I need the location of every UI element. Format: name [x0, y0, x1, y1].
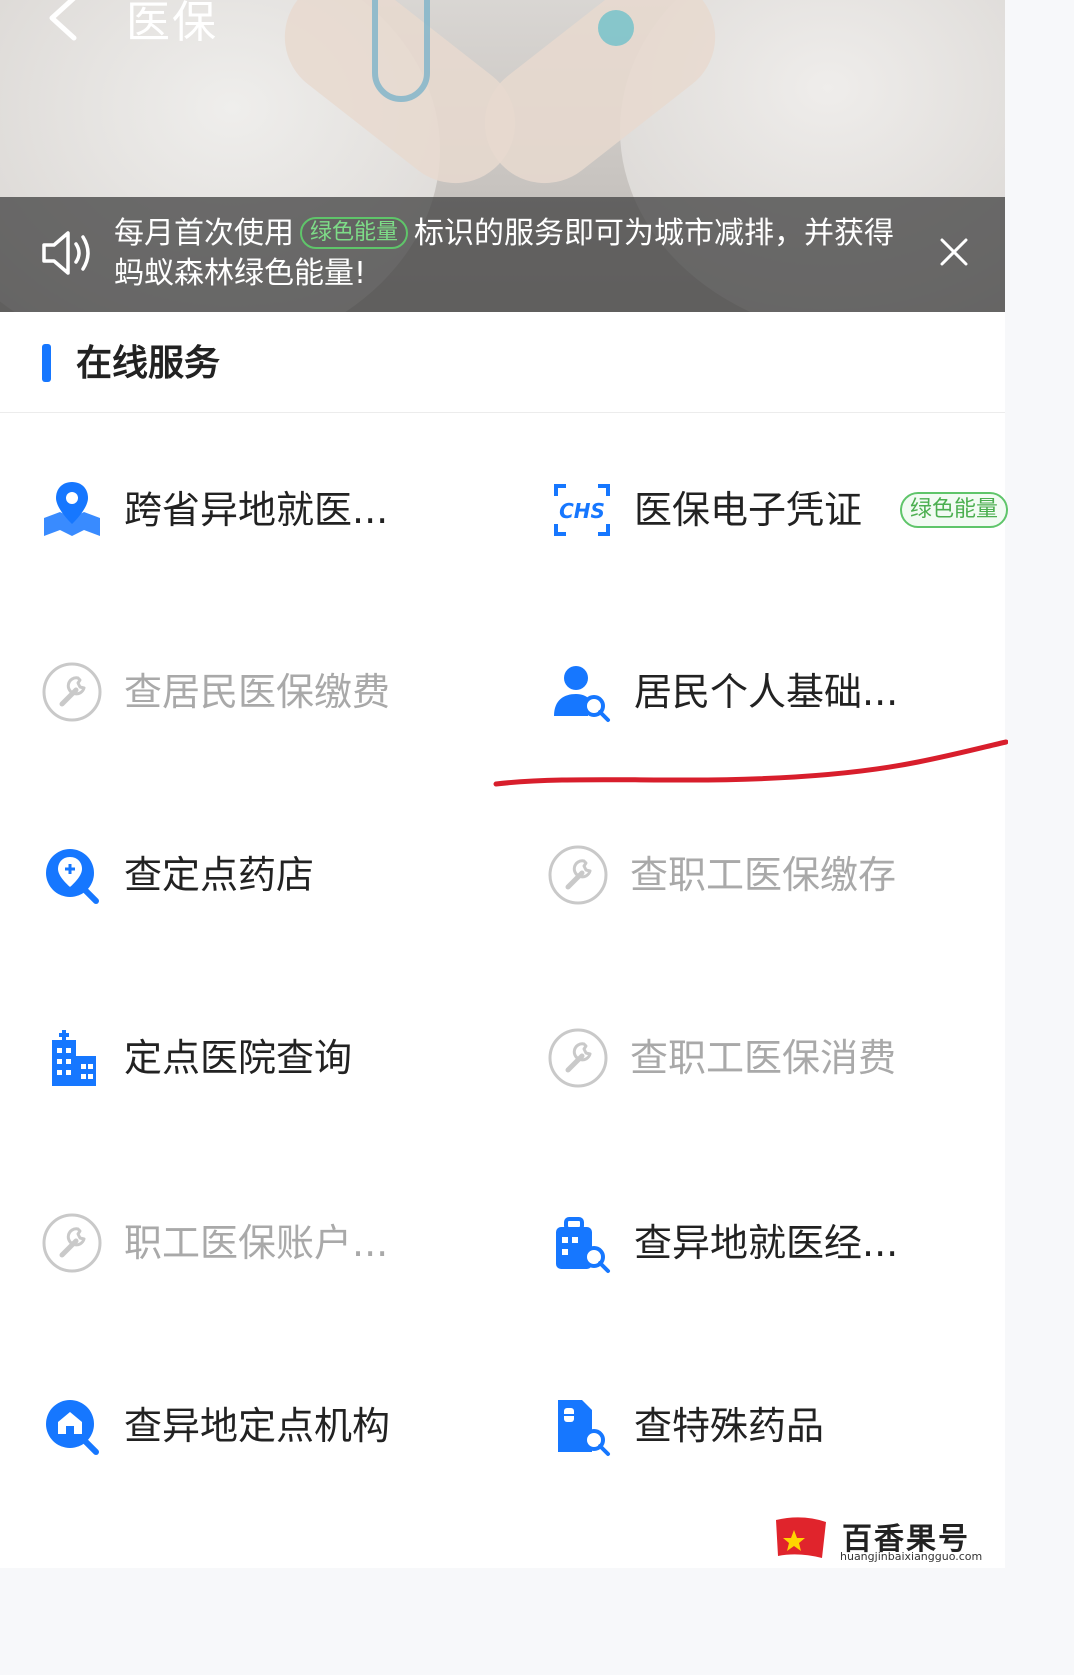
map-location-icon: [44, 482, 100, 536]
red-underline-annotation: [493, 739, 1008, 787]
wrench-icon: [42, 1213, 102, 1273]
notice-text: 每月首次使用 绿色能量 标识的服务即可为城市减排，并获得蚂蚁森林绿色能量!: [114, 214, 919, 294]
back-button[interactable]: [38, 0, 98, 52]
service-label: 查特殊药品: [634, 1404, 825, 1448]
service-label: 定点医院查询: [124, 1036, 353, 1080]
person-search-icon: [554, 666, 610, 722]
service-label: 查职工医保缴存: [630, 853, 897, 897]
service-item-hospital[interactable]: 定点医院查询: [40, 1018, 480, 1098]
service-item-cross-province[interactable]: 跨省异地就医...: [40, 470, 480, 550]
service-label: 居民个人基础...: [634, 670, 899, 714]
service-item-resident-payment[interactable]: 查居民医保缴费: [40, 652, 480, 732]
service-item-resident-basic-info[interactable]: 居民个人基础...: [550, 652, 1000, 732]
banner-stethoscope-head: [598, 10, 634, 46]
service-item-pharmacy[interactable]: 查定点药店: [40, 835, 480, 915]
close-notice-button[interactable]: [934, 232, 974, 272]
service-label: 查居民医保缴费: [124, 670, 391, 714]
green-energy-badge: 绿色能量: [900, 492, 1009, 528]
notice-text-before: 每月首次使用: [114, 216, 294, 251]
green-energy-badge: 绿色能量: [300, 217, 409, 249]
speaker-icon: [38, 227, 98, 279]
service-label: 跨省异地就医...: [124, 488, 389, 532]
chs-scan-icon: CHS: [554, 484, 610, 536]
service-item-e-certificate[interactable]: CHS 医保电子凭证 绿色能量: [550, 470, 1009, 550]
service-item-special-medicine[interactable]: 查特殊药品: [550, 1386, 1000, 1466]
watermark-url: huangjinbaixiangguo.com: [840, 1550, 983, 1563]
service-label: 查定点药店: [124, 853, 315, 897]
wrench-icon: [42, 662, 102, 722]
service-label: 职工医保账户...: [124, 1221, 389, 1265]
medical-bag-search-icon: [556, 1217, 610, 1273]
service-item-employee-spending[interactable]: 查职工医保消费: [546, 1018, 1000, 1098]
banner-stethoscope: [372, 0, 430, 102]
watermark-logo-icon: [776, 1517, 826, 1558]
hospital-building-icon: [52, 1030, 96, 1086]
page-title: 医保: [126, 0, 218, 48]
service-item-employee-account[interactable]: 职工医保账户...: [40, 1203, 480, 1283]
section-accent-bar: [42, 344, 51, 382]
service-item-remote-medical-record[interactable]: 查异地就医经...: [550, 1203, 1000, 1283]
pharmacy-search-icon: [46, 849, 99, 904]
svg-text:CHS: CHS: [559, 499, 605, 523]
institution-search-icon: [46, 1400, 99, 1455]
section-title: 在线服务: [76, 343, 221, 384]
medicine-doc-search-icon: [558, 1400, 610, 1456]
service-label: 查异地就医经...: [634, 1221, 899, 1265]
service-item-employee-deposit[interactable]: 查职工医保缴存: [546, 835, 1000, 915]
service-label: 查异地定点机构: [124, 1404, 391, 1448]
service-label: 医保电子凭证: [634, 488, 863, 532]
close-icon: [940, 238, 968, 266]
wrench-icon: [548, 1028, 608, 1088]
wrench-icon: [548, 845, 608, 905]
watermark: 百香果号 huangjinbaixiangguo.com: [772, 1514, 1002, 1566]
service-label: 查职工医保消费: [630, 1036, 897, 1080]
service-item-remote-institution[interactable]: 查异地定点机构: [40, 1386, 480, 1466]
chevron-left-icon: [49, 0, 77, 41]
